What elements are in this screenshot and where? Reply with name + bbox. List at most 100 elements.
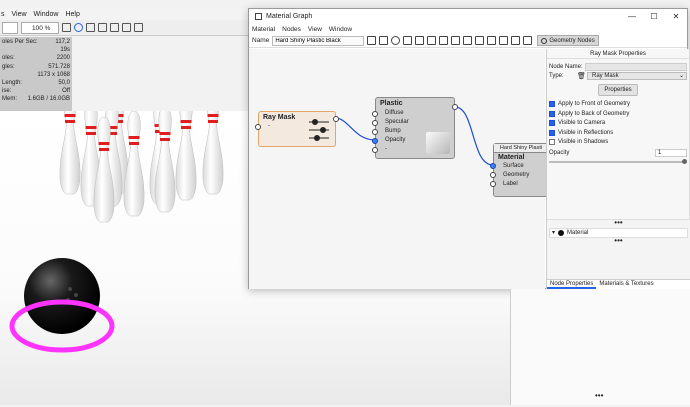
checkbox[interactable]	[549, 139, 555, 146]
plastic-input-diffuse: Diffuse	[385, 110, 404, 116]
type-value: Ray Mask	[592, 73, 619, 80]
toolbar-icon[interactable]	[511, 36, 521, 45]
label-port[interactable]	[490, 181, 496, 187]
more-handle[interactable]: •••	[547, 219, 690, 228]
toolbar-icon[interactable]	[487, 36, 497, 45]
toolbar-icon[interactable]	[451, 36, 461, 45]
check-row[interactable]: Apply to Front of Geometry	[547, 99, 689, 109]
node-name-input[interactable]	[585, 62, 687, 71]
menu-material[interactable]: Material	[252, 26, 275, 33]
checkbox[interactable]	[549, 100, 555, 107]
host-menu-view[interactable]: View	[12, 11, 27, 18]
tab-materials-textures[interactable]: Materials & Textures	[596, 280, 656, 289]
material-item-label: Material	[567, 229, 589, 236]
opacity-input[interactable]: 1	[655, 148, 687, 157]
trash-icon[interactable]: 🗑	[577, 72, 586, 80]
stat-value: 1.6GB / 16.0GB	[27, 96, 70, 103]
menu-view[interactable]: View	[308, 26, 322, 33]
toolbar-icon-4[interactable]	[122, 23, 131, 32]
menu-nodes[interactable]: Nodes	[282, 26, 301, 33]
material-node-header: Hard Shiny Plasti	[494, 144, 548, 153]
viewport-mode-button[interactable]	[2, 21, 18, 34]
expand-icon[interactable]: ▾	[552, 229, 555, 236]
gear-icon	[541, 37, 548, 44]
stat-label: oles Per Sec:	[2, 39, 38, 45]
type-select[interactable]: Ray Mask ⌄	[587, 72, 687, 81]
ray-mask-node[interactable]: Ray Mask -	[255, 111, 339, 147]
opacity-slider[interactable]	[549, 158, 687, 165]
material-output-node[interactable]: Hard Shiny Plasti Material Surface Geome…	[490, 143, 549, 197]
toolbar-icon-5[interactable]	[134, 23, 143, 32]
checkbox[interactable]	[549, 110, 555, 117]
toolbar-icon[interactable]	[439, 36, 449, 45]
geometry-nodes-button[interactable]: Geometry Nodes	[537, 35, 599, 46]
stat-label: gles:	[2, 63, 15, 70]
name-label: Name	[252, 37, 270, 44]
render-stats-panel: oles Per Sec: 117,2 19s oles: 2200 gles: 57…	[0, 37, 72, 111]
check-label: Visible in Shadows	[558, 139, 609, 146]
check-label: Visible in Reflections	[558, 129, 614, 136]
toolbar-icon[interactable]	[475, 36, 485, 45]
input-port[interactable]	[255, 124, 261, 130]
host-menu-window[interactable]: Window	[34, 11, 59, 18]
check-label: Apply to Back of Geometry	[558, 110, 630, 117]
check-label: Visible to Camera	[558, 120, 606, 127]
ray-mask-properties-panel: Ray Mask Properties Node Name: Type: 🗑 R…	[546, 49, 690, 319]
more-handle[interactable]: •••	[595, 391, 603, 400]
toolbar-icon[interactable]	[367, 36, 377, 45]
grid-icon[interactable]	[62, 23, 71, 32]
close-icon[interactable]: ✕	[665, 9, 687, 24]
globe-icon[interactable]	[74, 23, 83, 32]
host-menu-item[interactable]: s	[1, 11, 5, 18]
tab-node-properties[interactable]: Node Properties	[547, 280, 597, 289]
extra-port[interactable]	[372, 147, 378, 153]
zoom-select[interactable]: 100 %	[21, 21, 59, 34]
output-port[interactable]	[452, 104, 458, 110]
side-panel: •••	[510, 289, 690, 405]
plastic-node[interactable]: Plastic Diffuse Specular Bump Opacity -	[372, 97, 458, 159]
toolbar-icon-3[interactable]	[110, 23, 119, 32]
check-row[interactable]: Apply to Back of Geometry	[547, 109, 689, 119]
maximize-icon[interactable]: ☐	[643, 9, 665, 24]
toolbar-icon[interactable]	[427, 36, 437, 45]
specular-port[interactable]	[372, 120, 378, 126]
properties-button[interactable]: Properties	[598, 84, 638, 97]
menu-window[interactable]: Window	[329, 26, 352, 33]
plastic-input-specular: Specular	[385, 119, 409, 125]
material-input-geometry: Geometry	[503, 172, 530, 178]
opacity-port[interactable]	[372, 138, 378, 144]
node-graph-canvas[interactable]: Ray Mask - Plastic Diffuse Specular Bump…	[249, 49, 549, 289]
check-row[interactable]: Visible to Camera	[547, 118, 689, 128]
surface-port[interactable]	[490, 163, 496, 169]
output-port[interactable]	[333, 116, 339, 122]
check-row[interactable]: Visible in Shadows	[547, 138, 689, 148]
material-name-input[interactable]	[272, 35, 365, 46]
check-row[interactable]: Visible in Reflections	[547, 128, 689, 138]
toolbar-icon[interactable]	[379, 36, 389, 45]
material-preview-thumbnail	[426, 132, 450, 154]
mg-window-title: Material Graph	[266, 13, 313, 20]
material-graph-window: Material Graph — ☐ ✕ Material Nodes View…	[248, 8, 690, 319]
more-handle[interactable]: •••	[547, 236, 690, 246]
toolbar-icon-2[interactable]	[98, 23, 107, 32]
toolbar-icon-1[interactable]	[86, 23, 95, 32]
host-menu-help[interactable]: Help	[65, 11, 79, 18]
bump-port[interactable]	[372, 129, 378, 135]
toolbar-icon[interactable]	[523, 36, 533, 45]
minimize-icon[interactable]: —	[621, 9, 643, 24]
chevron-down-icon: ⌄	[678, 73, 684, 80]
toolbar-icon[interactable]	[415, 36, 425, 45]
diffuse-port[interactable]	[372, 111, 378, 117]
host-toolbar: 100 %	[0, 20, 248, 36]
toolbar-icon[interactable]	[463, 36, 473, 45]
toolbar-icon[interactable]	[499, 36, 509, 45]
toolbar-icon[interactable]	[391, 36, 401, 45]
toolbar-icon[interactable]	[403, 36, 413, 45]
checkbox[interactable]	[549, 129, 555, 136]
properties-title: Ray Mask Properties	[547, 49, 689, 59]
stat-value: 50,0	[58, 79, 70, 86]
geometry-port[interactable]	[490, 172, 496, 178]
stat-value: 19s	[60, 47, 70, 54]
checkbox[interactable]	[549, 120, 555, 127]
material-input-surface: Surface	[503, 163, 524, 169]
